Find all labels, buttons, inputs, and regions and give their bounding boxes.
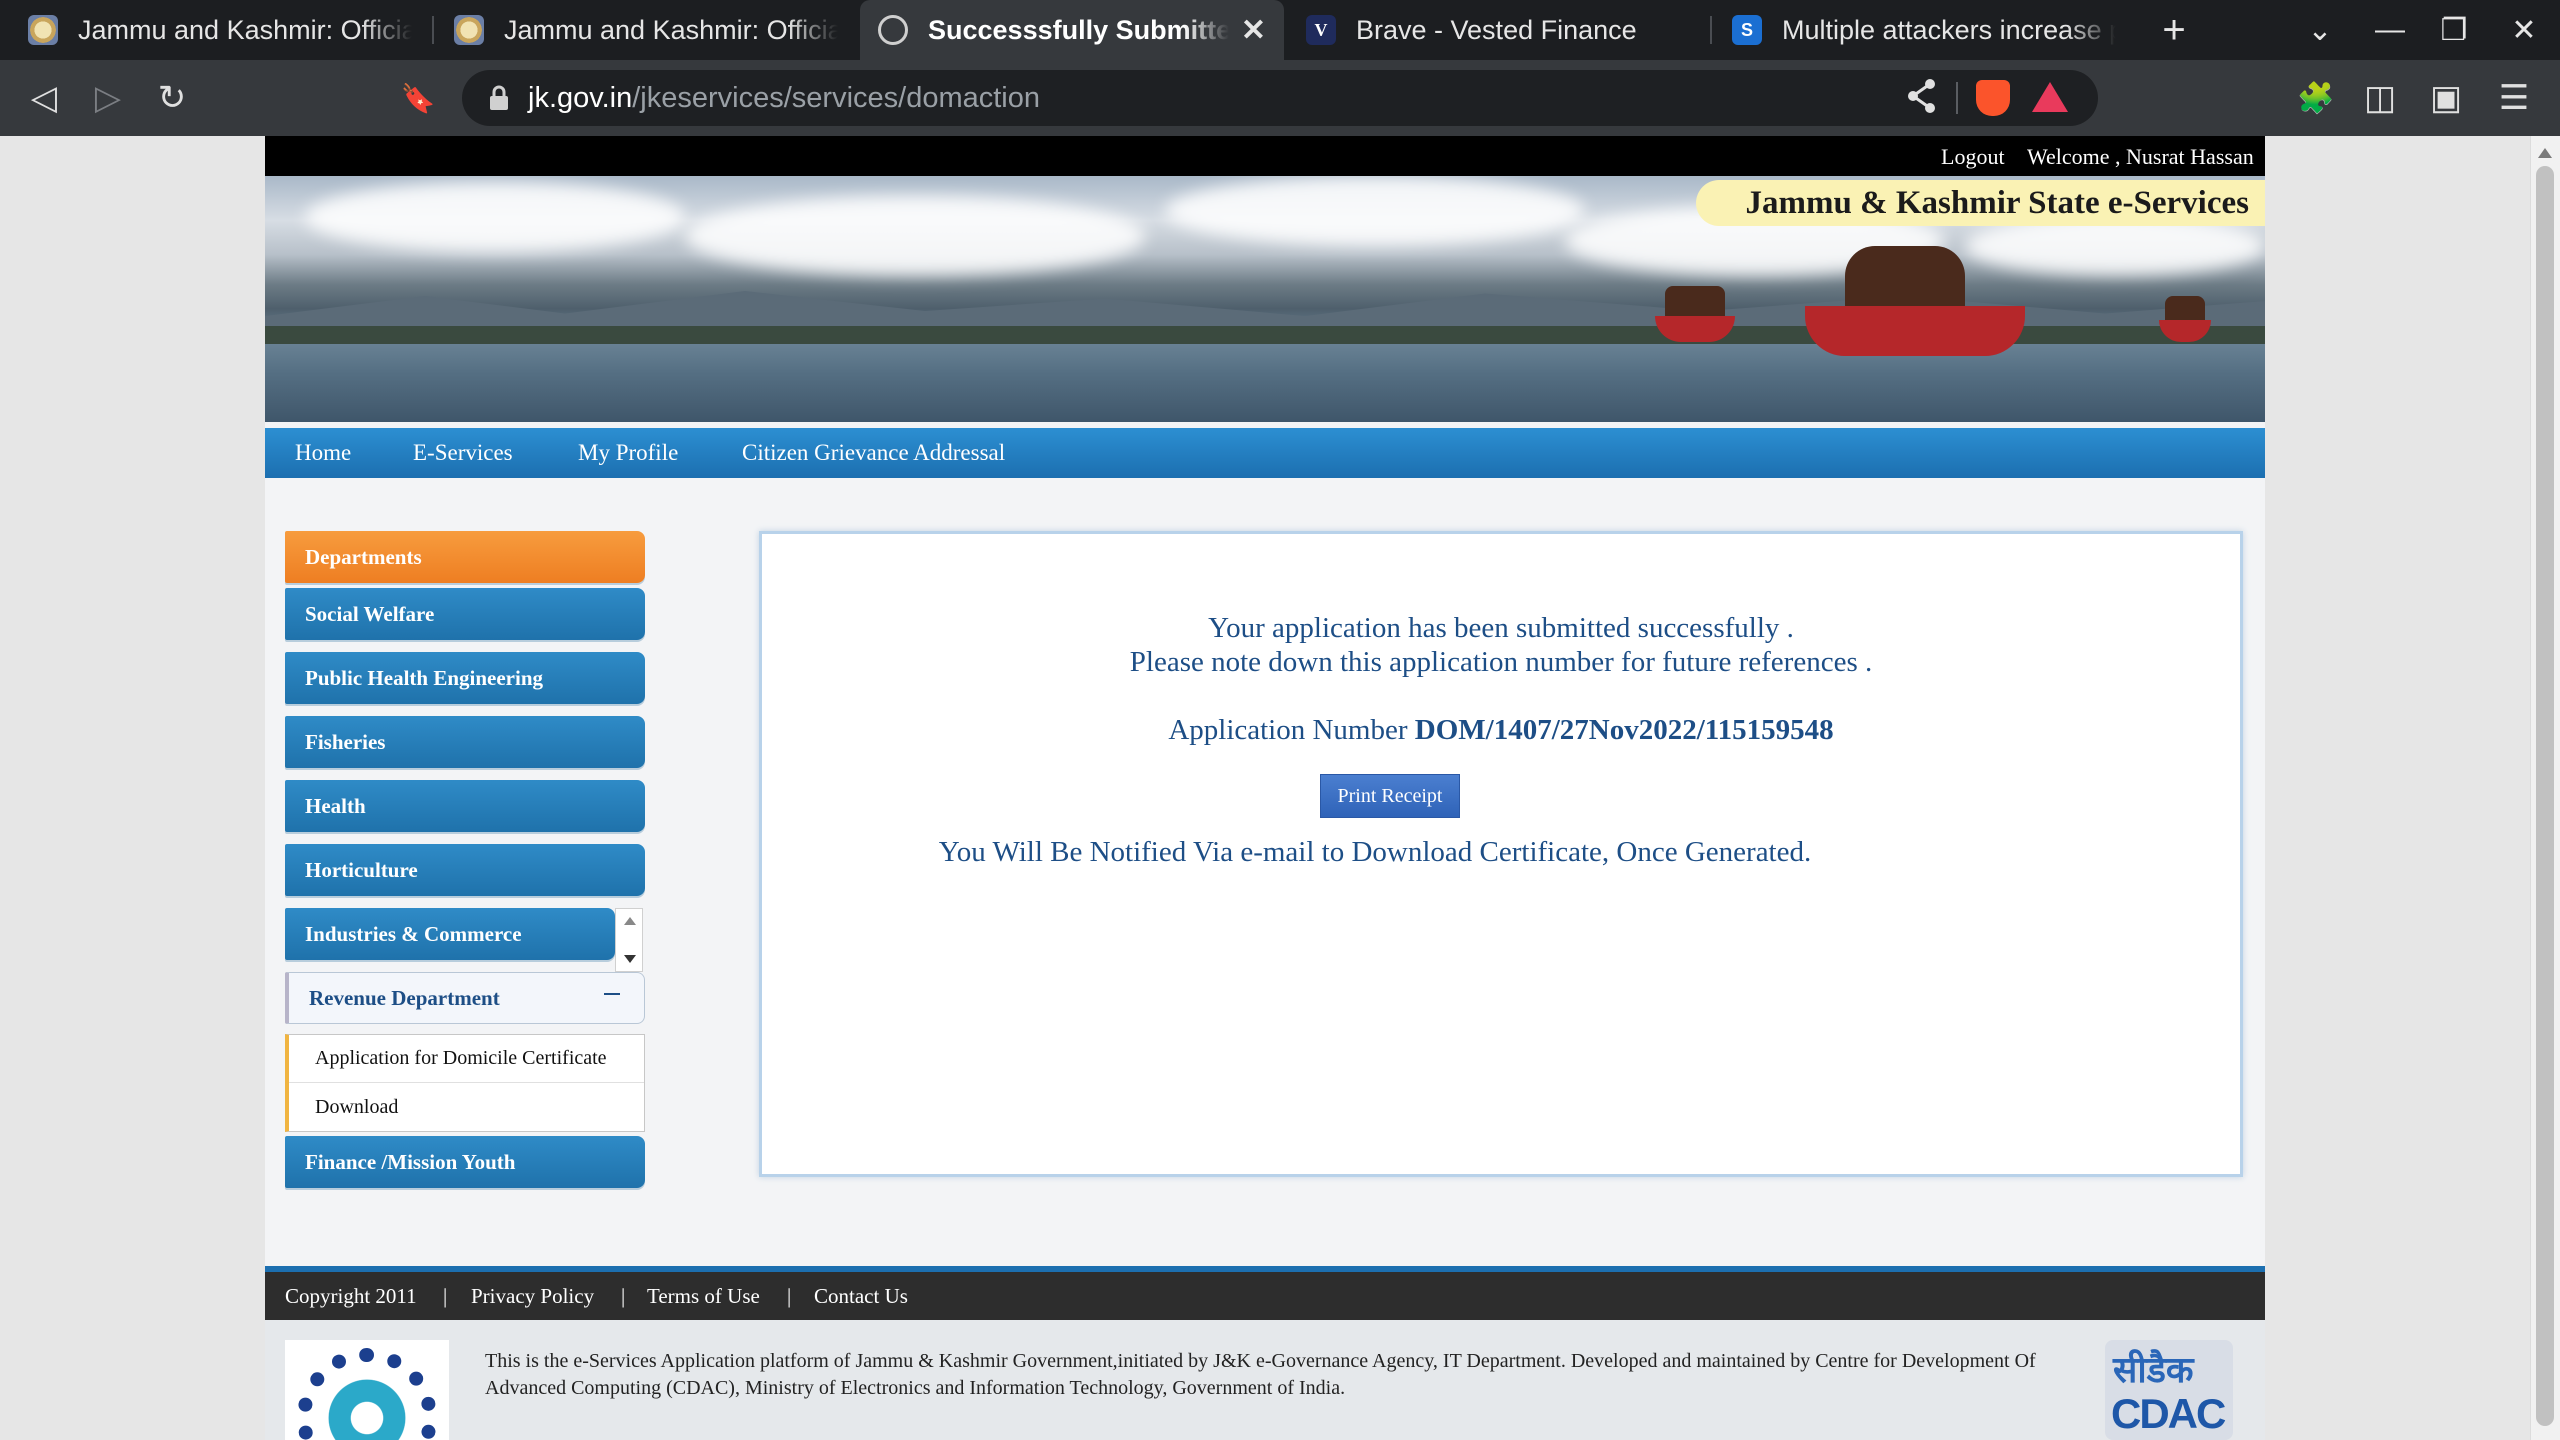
header-banner: Jammu & Kashmir State e-Services: [265, 176, 2265, 422]
application-number-line: Application Number DOM/1407/27Nov2022/11…: [762, 714, 2240, 747]
restore-button[interactable]: ❐: [2424, 0, 2484, 60]
submenu-download[interactable]: Download: [289, 1083, 644, 1131]
application-number-value: DOM/1407/27Nov2022/115159548: [1414, 714, 1834, 746]
sidebar-departments-header: Departments: [285, 531, 645, 583]
application-number-label: Application Number: [1168, 714, 1408, 746]
submission-confirmation-panel: Your application has been submitted succ…: [759, 531, 2243, 1177]
sidebar-toggle-icon[interactable]: ◫: [2356, 74, 2404, 122]
forward-button[interactable]: ▷: [84, 74, 132, 122]
bookmark-icon[interactable]: 🔖: [394, 74, 442, 122]
share-icon[interactable]: [1906, 78, 1938, 122]
cdac-logo-hindi: सीडैक: [2113, 1350, 2194, 1391]
nav-my-profile[interactable]: My Profile: [578, 440, 678, 466]
nav-citizen-grievance[interactable]: Citizen Grievance Addressal: [742, 440, 1005, 466]
page-scrollbar[interactable]: [2530, 136, 2560, 1440]
tab-title: Multiple attackers increase pr: [1782, 14, 2116, 45]
brave-rewards-icon[interactable]: [2032, 82, 2068, 112]
new-tab-button[interactable]: +: [2144, 0, 2204, 60]
scroll-up-icon[interactable]: [624, 917, 636, 925]
tab-title: Jammu and Kashmir: Official P: [504, 14, 838, 45]
tab-search-chevron-icon[interactable]: ⌄: [2290, 0, 2350, 60]
jk-egov-logo-icon: [285, 1340, 449, 1440]
tab-vested-finance[interactable]: V Brave - Vested Finance: [1288, 0, 1708, 60]
welcome-text: Welcome , Nusrat Hassan: [2027, 144, 2254, 169]
sidebar-item-industries-commerce[interactable]: Industries & Commerce: [285, 908, 615, 960]
wallet-icon[interactable]: ▣: [2422, 74, 2470, 122]
contact-us-link[interactable]: Contact Us: [814, 1284, 908, 1309]
tab-close-icon[interactable]: ✕: [1241, 13, 1266, 48]
url-divider: [1956, 82, 1958, 114]
close-window-button[interactable]: ✕: [2494, 0, 2554, 60]
privacy-policy-link[interactable]: Privacy Policy: [471, 1284, 594, 1309]
tab-successfully-submitted[interactable]: Successsfully Submitted A ✕: [860, 0, 1284, 60]
reload-button[interactable]: ↻: [148, 74, 196, 122]
jk-emblem-icon: [28, 15, 58, 45]
s-icon: S: [1732, 15, 1762, 45]
sidebar-item-horticulture[interactable]: Horticulture: [285, 844, 645, 896]
extensions-icon[interactable]: 🧩: [2292, 74, 2340, 122]
menu-icon[interactable]: ☰: [2490, 74, 2538, 122]
sidebar-scroll-control[interactable]: [615, 908, 643, 972]
back-button[interactable]: ◁: [20, 74, 68, 122]
revenue-submenu: Application for Domicile Certificate Dow…: [285, 1034, 645, 1132]
scroll-up-arrow-icon[interactable]: [2538, 148, 2552, 158]
copyright-text: Copyright 2011: [285, 1284, 417, 1308]
site-title: Jammu & Kashmir State e-Services: [1695, 180, 2265, 226]
footer-separator: |: [787, 1284, 792, 1308]
sidebar-item-finance-mission-youth[interactable]: Finance /Mission Youth: [285, 1136, 645, 1188]
sidebar-item-revenue-department[interactable]: Revenue Department: [285, 972, 645, 1024]
logout-link[interactable]: Logout: [1941, 144, 2005, 170]
tab-title: Jammu and Kashmir: Official P: [78, 14, 412, 45]
lock-icon: [490, 85, 508, 110]
vested-icon: V: [1306, 15, 1336, 45]
address-bar[interactable]: jk.gov.in/jkeservices/services/domaction: [462, 70, 2098, 126]
collapse-minus-icon[interactable]: [604, 993, 620, 995]
url-path: /jkeservices/services/domaction: [632, 82, 1040, 114]
footer-description: This is the e-Services Application platf…: [485, 1350, 2036, 1399]
browser-toolbar: ◁ ▷ ↻ 🔖 jk.gov.in/jkeservices/services/d…: [0, 60, 2560, 136]
tab-separator: [1710, 16, 1712, 44]
scrollbar-thumb[interactable]: [2536, 166, 2554, 1426]
nav-home[interactable]: Home: [295, 440, 351, 466]
brave-shields-icon[interactable]: [1976, 80, 2010, 116]
footer-links-bar: Copyright 2011 | Privacy Policy | Terms …: [265, 1272, 2265, 1320]
tab-title: Successsfully Submitted A: [928, 14, 1229, 45]
tab-multiple-attackers[interactable]: S Multiple attackers increase pr: [1714, 0, 2134, 60]
sidebar-item-label: Revenue Department: [309, 985, 500, 1010]
nav-e-services[interactable]: E-Services: [413, 440, 513, 466]
sidebar-item-health[interactable]: Health: [285, 780, 645, 832]
footer-separator: |: [621, 1284, 626, 1308]
print-receipt-button[interactable]: Print Receipt: [1320, 774, 1460, 818]
globe-icon: [878, 15, 908, 45]
cdac-logo: सीडैक CDAC: [2105, 1340, 2233, 1440]
tab-title: Brave - Vested Finance: [1356, 14, 1637, 45]
main-nav: Home E-Services My Profile Citizen Griev…: [265, 428, 2265, 478]
footer-separator: |: [443, 1284, 448, 1308]
url-text: jk.gov.in/jkeservices/services/domaction: [528, 82, 1040, 115]
minimize-button[interactable]: —: [2360, 0, 2420, 60]
top-strip: Logout Welcome , Nusrat Hassan: [265, 136, 2265, 176]
page: Logout Welcome , Nusrat Hassan Jammu & K…: [265, 136, 2265, 1440]
email-notification-message: You Will Be Notified Via e-mail to Downl…: [938, 836, 1812, 868]
tab-strip: Jammu and Kashmir: Official P Jammu and …: [0, 0, 2560, 60]
submenu-domicile-application[interactable]: Application for Domicile Certificate: [289, 1035, 644, 1083]
sidebar-item-fisheries[interactable]: Fisheries: [285, 716, 645, 768]
footer-info: This is the e-Services Application platf…: [265, 1320, 2265, 1440]
page-viewport: Logout Welcome , Nusrat Hassan Jammu & K…: [0, 136, 2560, 1440]
cdac-logo-english: CDAC: [2111, 1390, 2226, 1437]
scroll-down-icon[interactable]: [624, 955, 636, 963]
url-domain: jk.gov.in: [528, 82, 633, 114]
sidebar-item-social-welfare[interactable]: Social Welfare: [285, 588, 645, 640]
tab-jk-official-1[interactable]: Jammu and Kashmir: Official P: [10, 0, 430, 60]
success-message: Your application has been submitted succ…: [1208, 612, 1794, 644]
terms-of-use-link[interactable]: Terms of Use: [647, 1284, 760, 1309]
jk-emblem-icon: [454, 15, 484, 45]
note-message: Please note down this application number…: [1129, 646, 1873, 678]
sidebar-item-public-health-engineering[interactable]: Public Health Engineering: [285, 652, 645, 704]
tab-separator: [432, 16, 434, 44]
tab-jk-official-2[interactable]: Jammu and Kashmir: Official P: [436, 0, 856, 60]
